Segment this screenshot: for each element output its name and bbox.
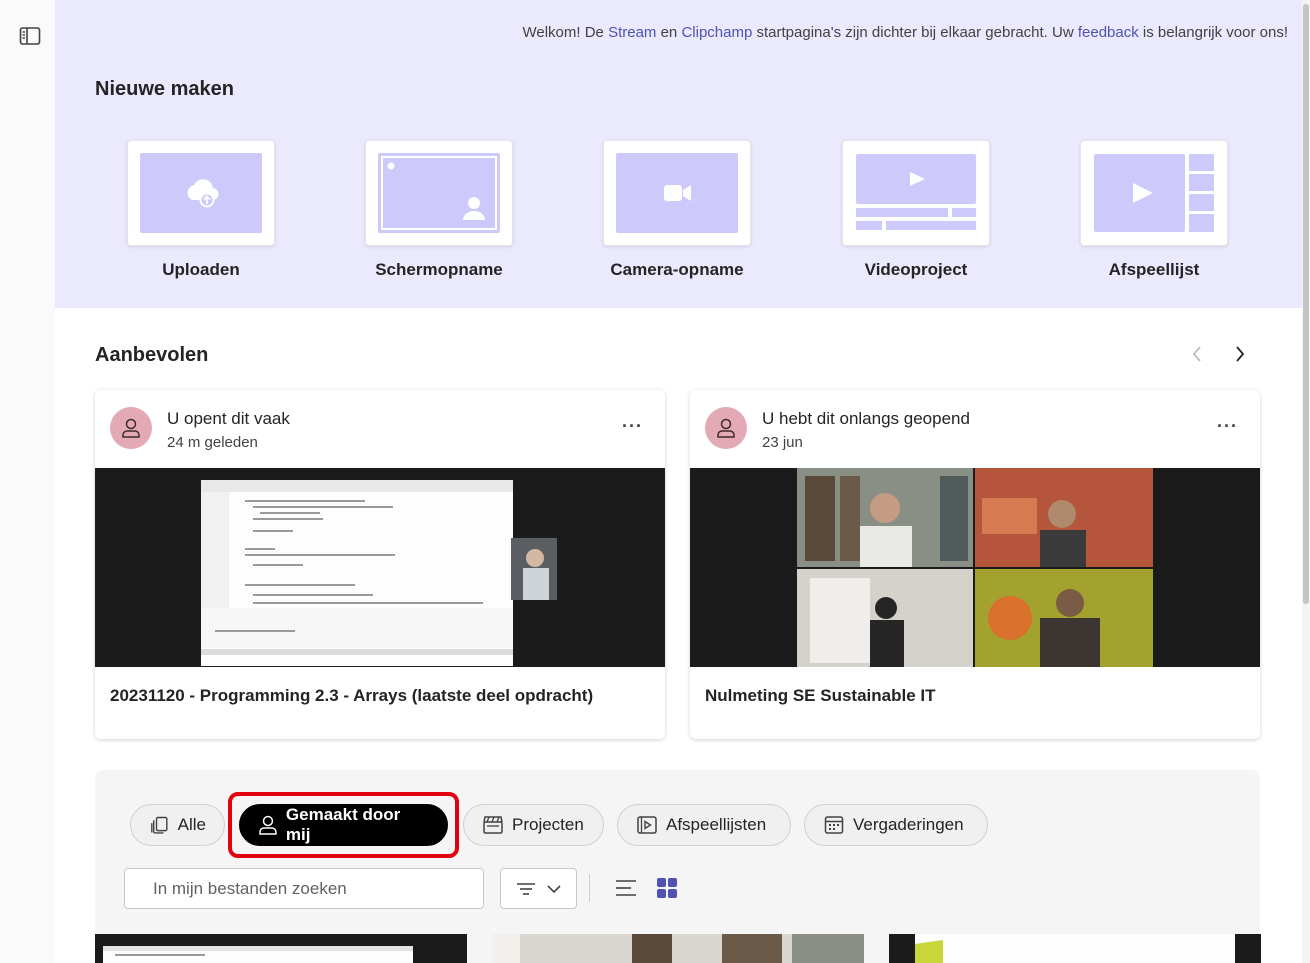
scrollbar-thumb[interactable]: [1303, 4, 1309, 604]
filter-pill-label: Afspeellijsten: [666, 815, 767, 834]
camera-recording-tile[interactable]: Camera-opname: [603, 140, 751, 280]
sidebar-toggle-icon[interactable]: [19, 26, 41, 46]
person-icon: [259, 815, 277, 835]
avatar: [110, 407, 152, 449]
playlist-play-icon: [637, 816, 657, 834]
more-options-button[interactable]: ···: [622, 416, 643, 437]
filter-pill-playlists[interactable]: Afspeellijsten: [617, 804, 791, 846]
filter-pill-projects[interactable]: Projecten: [463, 804, 604, 846]
filter-pill-label: Projecten: [512, 815, 584, 834]
code-editor-thumbnail: [95, 468, 665, 667]
screen-recording-tile[interactable]: Schermopname: [365, 140, 513, 280]
file-thumbnail: [889, 934, 1261, 963]
video-thumbnail: [95, 468, 665, 667]
video-thumbnail: [690, 468, 1260, 667]
upload-tile-label: Uploaden: [162, 260, 240, 279]
calendar-icon: [824, 816, 844, 834]
grid-view-icon: [657, 878, 677, 898]
carousel-prev-button[interactable]: [1185, 342, 1209, 366]
chevron-left-icon: [1192, 346, 1201, 362]
file-card[interactable]: [95, 934, 467, 963]
welcome-text: startpagina's zijn dichter bij elkaar ge…: [752, 24, 1078, 41]
video-project-tile-card: [842, 140, 990, 246]
filter-pill-all[interactable]: Alle: [130, 804, 225, 846]
screen-recording-icon: [378, 153, 500, 233]
video-title: 20231120 - Programming 2.3 - Arrays (laa…: [110, 686, 594, 705]
filter-pill-label: Vergaderingen: [853, 815, 964, 834]
video-project-tile[interactable]: Videoproject: [842, 140, 990, 280]
all-files-icon: [151, 816, 168, 834]
carousel-next-button[interactable]: [1228, 342, 1252, 366]
video-title: Nulmeting SE Sustainable IT: [705, 686, 936, 705]
upload-tile-card: [127, 140, 275, 246]
person-icon: [717, 418, 735, 438]
camera-recording-tile-card: [603, 140, 751, 246]
filter-pill-label: Gemaakt door mij: [285, 805, 401, 844]
file-card[interactable]: [492, 934, 864, 963]
recommendation-time: 23 jun: [762, 434, 803, 451]
recommended-card[interactable]: U hebt dit onlangs geopend 23 jun ··· Nu…: [690, 390, 1260, 739]
welcome-text: en: [656, 24, 682, 41]
camera-icon: [616, 153, 738, 233]
screen-recording-tile-card: [365, 140, 513, 246]
recommendation-reason: U hebt dit onlangs geopend: [762, 409, 970, 428]
welcome-text: Welkom! De: [522, 24, 609, 41]
filter-pill-meetings[interactable]: Vergaderingen: [804, 804, 988, 846]
more-options-button[interactable]: ···: [1217, 416, 1238, 437]
person-icon: [122, 418, 140, 438]
filter-lines-icon: [516, 882, 535, 895]
welcome-banner: Welkom! De Stream en Clipchamp startpagi…: [522, 24, 1288, 41]
recommended-title: Aanbevolen: [95, 344, 209, 366]
recommendation-time: 24 m geleden: [167, 434, 258, 451]
grid-view-button[interactable]: [655, 876, 679, 900]
list-view-icon: [616, 880, 636, 896]
filter-pill-label: Alle: [177, 815, 206, 834]
meeting-grid-thumbnail: [690, 468, 1260, 667]
clipchamp-link[interactable]: Clipchamp: [681, 24, 752, 41]
stream-link[interactable]: Stream: [608, 24, 656, 41]
feedback-link[interactable]: feedback: [1078, 24, 1139, 41]
upload-tile[interactable]: Uploaden: [127, 140, 275, 280]
list-view-button[interactable]: [614, 876, 638, 900]
video-project-icon: [855, 153, 977, 233]
video-project-tile-label: Videoproject: [864, 260, 968, 279]
create-section-title: Nieuwe maken: [95, 78, 234, 100]
clapperboard-icon: [483, 816, 503, 834]
recommendation-reason: U opent dit vaak: [167, 409, 290, 428]
file-thumbnail: [95, 934, 467, 963]
playlist-icon: [1093, 153, 1215, 233]
camera-recording-tile-label: Camera-opname: [610, 260, 744, 279]
chevron-down-icon: [546, 884, 561, 893]
screen-recording-tile-label: Schermopname: [375, 260, 503, 279]
filter-dropdown-button[interactable]: [500, 868, 577, 909]
recommended-card[interactable]: U opent dit vaak 24 m geleden ··· 202311…: [95, 390, 665, 739]
file-thumbnail: [492, 934, 864, 963]
playlist-tile-label: Afspeellijst: [1108, 260, 1200, 279]
file-card[interactable]: [889, 934, 1261, 963]
playlist-tile[interactable]: Afspeellijst: [1080, 140, 1228, 280]
left-rail: [0, 0, 55, 963]
welcome-text: is belangrijk voor ons!: [1138, 24, 1288, 41]
playlist-tile-card: [1080, 140, 1228, 246]
page-scrollbar[interactable]: [1302, 0, 1310, 963]
filter-pill-created-by-me[interactable]: Gemaakt door mij: [239, 804, 448, 846]
toolbar-divider: [589, 874, 590, 902]
chevron-right-icon: [1236, 346, 1245, 362]
upload-cloud-icon: [140, 153, 262, 233]
search-placeholder: In mijn bestanden zoeken: [153, 878, 347, 898]
search-input[interactable]: In mijn bestanden zoeken: [124, 868, 484, 909]
avatar: [705, 407, 747, 449]
